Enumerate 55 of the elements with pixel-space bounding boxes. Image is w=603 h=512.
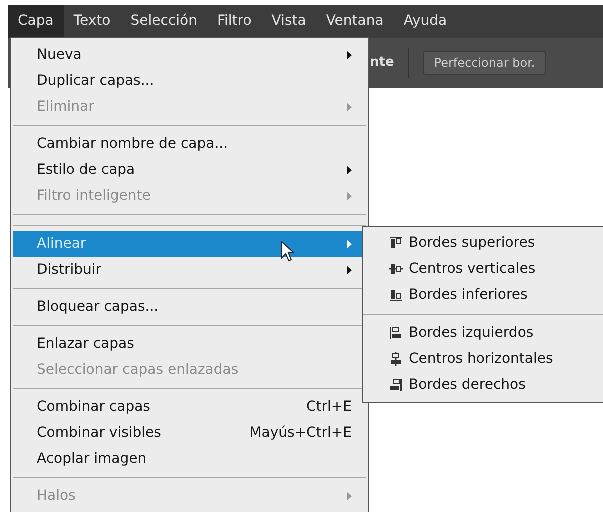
menu-item-label: Acoplar imagen (37, 450, 147, 468)
menu-item-label: Bloquear capas... (37, 298, 159, 316)
menu-item-label: Distribuir (37, 260, 102, 280)
align-bottom-icon (389, 288, 403, 302)
menu-item-label: Combinar visibles (37, 424, 162, 442)
submenu-item-label: Centros verticales (409, 260, 536, 278)
submenu-item-label: Bordes inferiores (409, 286, 528, 304)
menu-item[interactable]: Duplicar capas... (13, 68, 366, 94)
menu-item[interactable]: Enlazar capas (13, 331, 366, 357)
menu-item-label: Nueva (37, 46, 82, 64)
menu-bar-item[interactable]: Selección (120, 5, 208, 38)
menu-item[interactable]: Estilo de capa (13, 157, 366, 183)
shortcut-label: Mayús+Ctrl+E (250, 424, 352, 442)
submenu-item[interactable]: Bordes derechos (363, 372, 603, 398)
refine-edge-button[interactable]: Perfeccionar bor. (423, 51, 546, 75)
menu-item-label: Halos (37, 486, 76, 506)
menu-item[interactable]: Cambiar nombre de capa... (13, 131, 366, 157)
mouse-pointer-icon (281, 241, 295, 263)
menu-item-label: Combinar capas (37, 398, 150, 416)
menu-item-label: Enlazar capas (37, 334, 134, 354)
menu-item-label: Estilo de capa (37, 160, 136, 180)
submenu-item[interactable]: Bordes superiores (363, 230, 603, 256)
menu-item-label: Alinear (37, 234, 86, 254)
option-label: nte (370, 54, 394, 72)
submenu-item[interactable]: Bordes izquierdos (363, 320, 603, 346)
menu-item[interactable]: Acoplar imagen (13, 446, 366, 472)
align-top-icon (389, 236, 403, 250)
menu-item-label: Eliminar (37, 98, 94, 116)
submenu-item[interactable]: Centros horizontales (363, 346, 603, 372)
menu-item-label: Filtro inteligente (37, 186, 151, 206)
menu-bar-item[interactable]: Ventana (316, 5, 394, 38)
menu-bar-item[interactable]: Texto (64, 5, 121, 38)
menu-item[interactable]: Combinar capas Ctrl+E (13, 394, 366, 420)
menu-item-label: Cambiar nombre de capa... (37, 134, 228, 154)
menu-item[interactable]: Combinar visibles Mayús+Ctrl+E (13, 420, 366, 446)
shortcut-label: Ctrl+E (306, 398, 352, 416)
submenu-item[interactable]: Bordes inferiores (363, 282, 603, 308)
menu-item[interactable]: Nueva (13, 42, 366, 68)
menu-bar-item[interactable]: Capa (8, 5, 64, 38)
submenu-item[interactable]: Centros verticales (363, 256, 603, 282)
align-right-icon (389, 378, 403, 392)
menu-bar-item[interactable]: Filtro (207, 5, 262, 38)
menu-item[interactable]: Distribuir (13, 257, 366, 283)
submenu-item-label: Bordes derechos (409, 376, 526, 394)
menu-item[interactable]: Bloquear capas... (13, 294, 366, 320)
submenu-item-label: Bordes izquierdos (409, 324, 534, 342)
align-vertical-center-icon (389, 262, 403, 276)
menu-item-label: Seleccionar capas enlazadas (37, 360, 239, 380)
menu-bar-item[interactable]: Vista (262, 5, 316, 38)
align-left-icon (389, 326, 403, 340)
align-horizontal-center-icon (389, 352, 403, 366)
submenu-item-label: Bordes superiores (409, 234, 536, 252)
menu-bar-item[interactable]: Ayuda (394, 5, 458, 38)
submenu-item-label: Centros horizontales (409, 350, 554, 368)
menu-item-label: Duplicar capas... (37, 72, 154, 90)
